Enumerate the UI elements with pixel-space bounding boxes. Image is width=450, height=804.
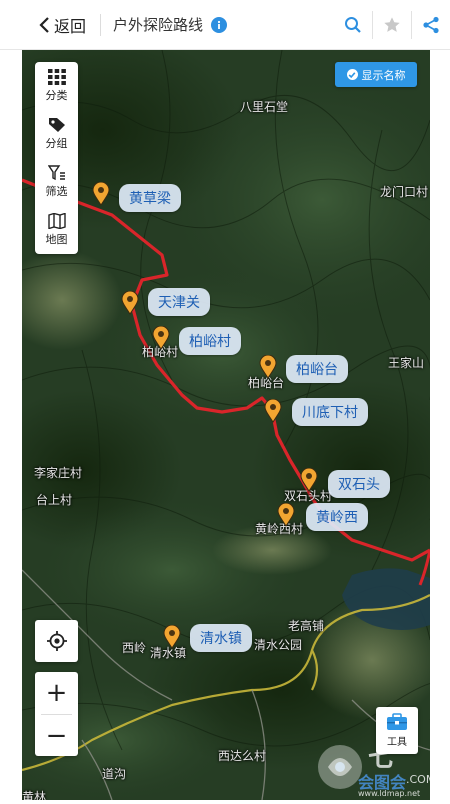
sidebar-item-map[interactable]: 地图 <box>35 206 78 254</box>
zoom-control: + − <box>35 672 78 756</box>
favorite-button[interactable] <box>373 0 411 50</box>
place-label: 西岭 <box>122 641 147 655</box>
marker-label[interactable]: 天津关 <box>148 288 210 316</box>
divider <box>100 13 102 36</box>
tag-icon <box>48 118 65 132</box>
location-pin-icon[interactable] <box>277 503 295 527</box>
check-circle-icon <box>346 69 358 80</box>
location-pin-icon[interactable] <box>152 326 170 350</box>
sidebar-item-group[interactable]: 分组 <box>35 110 78 158</box>
toolbox-icon <box>387 713 407 730</box>
satellite-terrain <box>22 50 430 800</box>
sidebar-item-filter[interactable]: 筛选 <box>35 158 78 206</box>
marker-label[interactable]: 黄草梁 <box>119 184 181 212</box>
location-pin-icon[interactable] <box>300 468 318 492</box>
sidebar-item-label: 分类 <box>45 89 68 102</box>
watermark-text: www.ldmap.net <box>358 789 421 798</box>
marker-label[interactable]: 柏峪台 <box>286 355 348 383</box>
star-icon <box>384 17 400 32</box>
marker-label[interactable]: 柏峪村 <box>179 327 241 355</box>
marker-label[interactable]: 川底下村 <box>292 398 368 426</box>
back-button[interactable]: 返回 <box>0 0 100 50</box>
location-pin-icon[interactable] <box>92 182 110 206</box>
grid-icon <box>47 69 66 85</box>
map-icon <box>47 213 66 229</box>
page-title: 户外探险路线 <box>113 16 204 34</box>
info-icon[interactable] <box>211 16 228 33</box>
sidebar-item-label: 筛选 <box>45 185 68 198</box>
share-button[interactable] <box>412 0 450 50</box>
sidebar-item-label: 分组 <box>45 137 68 150</box>
place-label: 王家山 <box>388 356 425 370</box>
place-label: 道沟 <box>102 767 127 781</box>
filter-icon <box>47 165 65 181</box>
map-side-panel: 分类 分组 筛选 地图 <box>35 62 78 254</box>
place-label: 八里石堂 <box>240 100 289 114</box>
sidebar-item-category[interactable]: 分类 <box>35 62 78 110</box>
place-label: 龙门口村 <box>380 185 429 199</box>
location-pin-icon[interactable] <box>259 355 277 379</box>
watermark-text: .COM <box>406 773 436 786</box>
sidebar-item-label: 地图 <box>45 233 68 246</box>
show-names-button[interactable]: 显示名称 <box>335 62 417 87</box>
locate-button[interactable] <box>35 620 78 662</box>
chevron-left-icon <box>39 16 49 33</box>
map-view[interactable]: 八里石堂 龙门口村 王家山 李家庄村 台上村 柏峪村 柏峪台 双石头村 黄岭西村… <box>22 50 430 800</box>
zoom-in-button[interactable]: + <box>35 672 78 714</box>
place-label: 台上村 <box>36 493 73 507</box>
zoom-out-button[interactable]: − <box>35 715 78 757</box>
marker-label[interactable]: 清水镇 <box>190 624 252 652</box>
share-icon <box>423 16 439 34</box>
location-pin-icon[interactable] <box>264 399 282 423</box>
location-pin-icon[interactable] <box>121 291 139 315</box>
show-names-label: 显示名称 <box>361 68 406 82</box>
watermark: 七 会图会 .COM www.ldmap.net <box>300 735 450 800</box>
location-pin-icon[interactable] <box>163 625 181 649</box>
search-button[interactable] <box>334 0 372 50</box>
search-icon <box>345 17 361 33</box>
locate-icon <box>46 631 67 651</box>
place-label: 清水公园 <box>254 638 303 652</box>
top-bar: 返回 户外探险路线 <box>0 0 450 50</box>
back-label: 返回 <box>54 16 87 36</box>
place-label: 西达么村 <box>218 749 267 763</box>
marker-label[interactable]: 黄岭西 <box>306 503 368 531</box>
marker-label[interactable]: 双石头 <box>328 470 390 498</box>
place-label: 李家庄村 <box>34 466 83 480</box>
place-label: 老高铺 <box>288 619 325 633</box>
place-label: 黄林 <box>22 790 47 800</box>
